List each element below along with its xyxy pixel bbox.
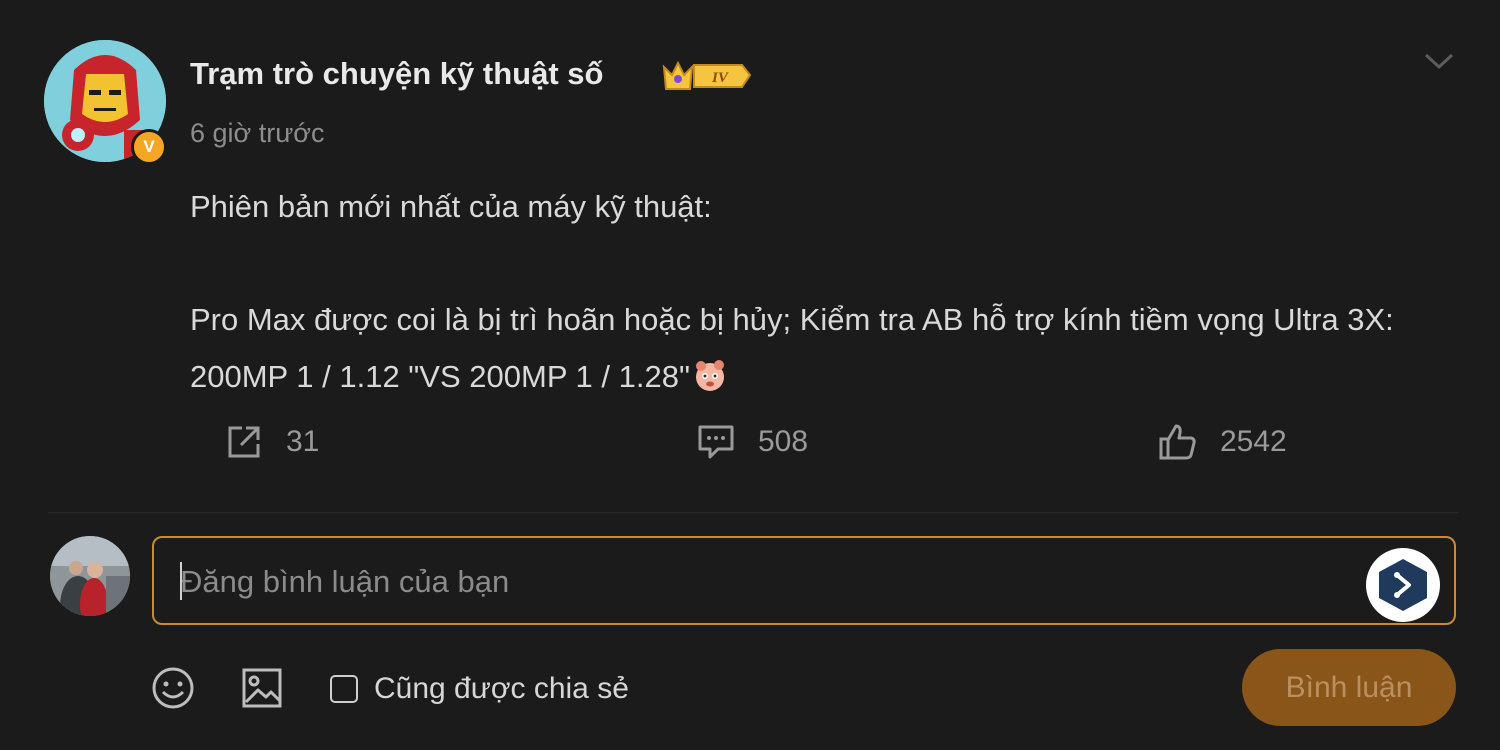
share-action[interactable]: 31 bbox=[224, 420, 319, 464]
post-card: V Trạm trò chuyện kỹ thuật số IV 6 giờ t… bbox=[0, 0, 1500, 750]
thumbs-up-icon bbox=[1159, 424, 1196, 460]
comment-input[interactable] bbox=[178, 538, 1362, 625]
image-icon[interactable] bbox=[240, 666, 284, 710]
level-badge-text: IV bbox=[711, 70, 730, 86]
post-timestamp: 6 giờ trước bbox=[190, 118, 325, 148]
send-plugin-icon bbox=[1379, 559, 1427, 611]
text-caret bbox=[180, 562, 182, 600]
share-also-label: Cũng được chia sẻ bbox=[374, 672, 629, 705]
post-content: Phiên bản mới nhất của máy kỹ thuật: Pro… bbox=[190, 178, 1430, 405]
like-count: 2542 bbox=[1220, 425, 1287, 458]
share-icon bbox=[228, 426, 260, 458]
comment-count: 508 bbox=[758, 425, 809, 458]
post-text-line: Phiên bản mới nhất của máy kỹ thuật: bbox=[190, 189, 712, 224]
chevron-down-icon[interactable] bbox=[1422, 48, 1456, 74]
like-action[interactable]: 2542 bbox=[1158, 420, 1287, 464]
divider bbox=[48, 512, 1458, 513]
comment-box[interactable] bbox=[152, 536, 1456, 625]
comment-action[interactable]: 508 bbox=[696, 420, 808, 464]
post-text-line: Pro Max được coi là bị trì hoãn hoặc bị … bbox=[190, 302, 1394, 394]
share-also-checkbox[interactable] bbox=[330, 675, 358, 703]
comment-icon bbox=[698, 425, 734, 459]
submit-comment-button[interactable]: Bình luận bbox=[1242, 649, 1456, 726]
level-badge: IV bbox=[662, 60, 752, 90]
post-text-paragraph: Pro Max được coi là bị trì hoãn hoặc bị … bbox=[190, 291, 1430, 405]
verified-mark: V bbox=[143, 137, 155, 156]
emoji-icon[interactable] bbox=[151, 666, 195, 710]
author-name[interactable]: Trạm trò chuyện kỹ thuật số bbox=[190, 56, 603, 92]
current-user-avatar[interactable] bbox=[50, 536, 130, 616]
verified-badge: V bbox=[131, 129, 167, 165]
send-plugin-button[interactable] bbox=[1366, 548, 1440, 622]
share-also-option[interactable]: Cũng được chia sẻ bbox=[330, 672, 629, 706]
share-count: 31 bbox=[286, 425, 320, 458]
emoji-sticker-icon bbox=[695, 360, 724, 391]
